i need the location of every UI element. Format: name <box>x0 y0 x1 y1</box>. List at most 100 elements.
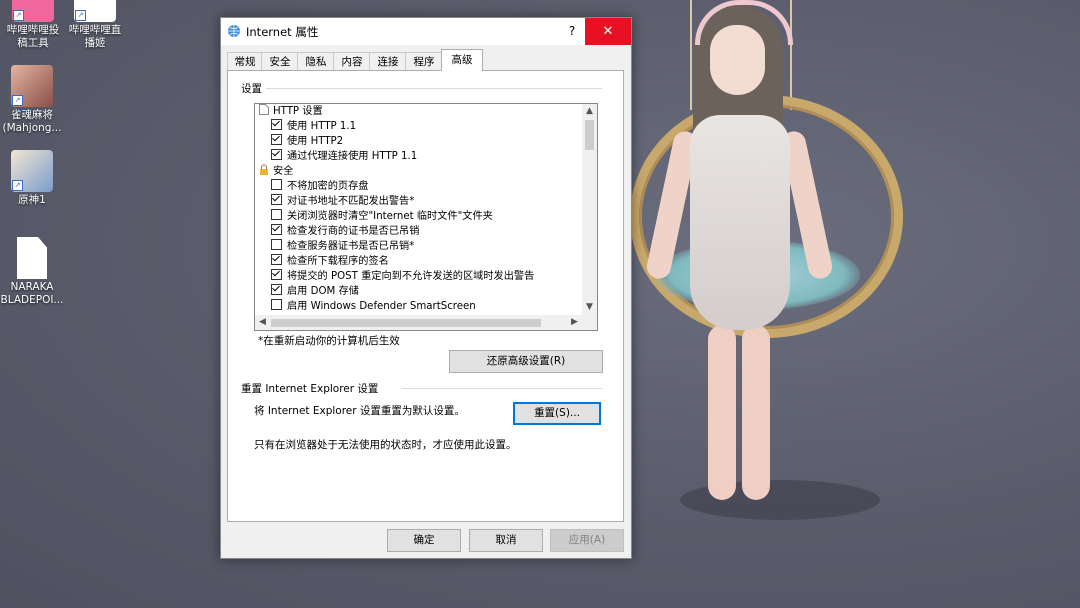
list-item[interactable]: 检查服务器证书是否已吊销* <box>271 239 414 254</box>
scroll-left-icon[interactable]: ◀ <box>255 315 270 330</box>
desktop-icon-label: NARAKA <box>10 281 54 293</box>
checkbox[interactable] <box>271 269 282 280</box>
horizontal-scrollbar[interactable]: ◀ ▶ <box>255 315 582 330</box>
shortcut-arrow-icon: ↗ <box>75 10 86 21</box>
list-item-label: 启用 DOM 存储 <box>287 286 359 297</box>
tab-general[interactable]: 常规 <box>227 52 263 71</box>
swing-rope <box>690 0 692 110</box>
desktop-icon-label: (Mahjong... <box>2 122 62 134</box>
list-item[interactable]: 检查所下载程序的签名 <box>271 254 389 269</box>
tab-advanced[interactable]: 高级 <box>441 49 483 71</box>
tab-privacy[interactable]: 隐私 <box>297 52 335 71</box>
restart-note: *在重新启动你的计算机后生效 <box>258 335 400 347</box>
scroll-up-icon[interactable]: ▲ <box>582 104 597 119</box>
dress <box>690 115 790 330</box>
reset-button[interactable]: 重置(S)... <box>513 402 601 425</box>
mahjong-game-icon: ↗ <box>11 65 53 107</box>
checkbox[interactable] <box>271 179 282 190</box>
list-item[interactable]: 启用 Windows Defender SmartScreen <box>271 299 476 314</box>
scroll-corner <box>582 315 597 330</box>
tab-content[interactable]: 内容 <box>333 52 371 71</box>
title-bar[interactable]: Internet 属性 ? ✕ <box>221 18 631 45</box>
desktop-icon-bilibili-live[interactable]: ↗ 哔哩哔哩直 播姬 <box>58 0 132 50</box>
restore-advanced-settings-button[interactable]: 还原高级设置(R) <box>449 350 603 373</box>
swing-rope <box>790 0 792 110</box>
genshin-game-icon: ↗ <box>11 150 53 192</box>
desktop-icon-label: 雀魂麻将 <box>11 109 53 121</box>
list-item-label: 将提交的 POST 重定向到不允许发送的区域时发出警告 <box>287 271 535 282</box>
advanced-tab-panel: 设置 HTTP 设置 使用 HTTP 1.1 使用 HTTP2 通过代理连接使用… <box>227 70 624 522</box>
checkbox[interactable] <box>271 134 282 145</box>
list-item-label: 使用 HTTP2 <box>287 136 344 147</box>
checkbox[interactable] <box>271 254 282 265</box>
category-label: HTTP 设置 <box>273 106 323 117</box>
list-item-label: 关闭浏览器时清空"Internet 临时文件"文件夹 <box>287 211 493 222</box>
leg <box>742 325 770 500</box>
checkbox[interactable] <box>271 284 282 295</box>
list-item[interactable]: 关闭浏览器时清空"Internet 临时文件"文件夹 <box>271 209 493 224</box>
list-item-label: 对证书地址不匹配发出警告* <box>287 196 415 207</box>
desktop-icon-mahjong[interactable]: ↗ 雀魂麻将 (Mahjong... <box>0 65 69 135</box>
list-item-label: 检查所下载程序的签名 <box>287 256 389 267</box>
tab-security[interactable]: 安全 <box>261 52 299 71</box>
ok-button[interactable]: 确定 <box>387 529 461 552</box>
tab-connections[interactable]: 连接 <box>369 52 407 71</box>
file-icon <box>17 237 47 279</box>
list-item[interactable]: 使用 HTTP2 <box>271 134 343 149</box>
desktop-icon-label: 播姬 <box>84 37 106 49</box>
list-item-label: 不将加密的页存盘 <box>287 181 369 192</box>
checkbox[interactable] <box>271 194 282 205</box>
list-item[interactable]: 对证书地址不匹配发出警告* <box>271 194 414 209</box>
category-label: 安全 <box>273 166 294 177</box>
desktop-icon-label: 原神1 <box>18 194 46 206</box>
shortcut-arrow-icon: ↗ <box>12 95 23 106</box>
checkbox[interactable] <box>271 149 282 160</box>
bilibili-icon: ↗ <box>12 0 54 22</box>
leg <box>708 325 736 500</box>
desktop-icon-naraka[interactable]: NARAKA BLADEPOI... <box>0 237 69 307</box>
list-item[interactable]: 检查发行商的证书是否已吊销 <box>271 224 419 239</box>
internet-globe-icon <box>228 25 240 37</box>
desktop-icon-genshin[interactable]: ↗ 原神1 <box>0 150 69 207</box>
page-icon <box>259 104 269 115</box>
internet-properties-dialog: Internet 属性 ? ✕ 常规 安全 隐私 内容 连接 程序 高级 设置 … <box>220 17 632 559</box>
tab-programs[interactable]: 程序 <box>405 52 443 71</box>
cancel-button[interactable]: 取消 <box>469 529 543 552</box>
help-button[interactable]: ? <box>561 18 583 45</box>
checkbox[interactable] <box>271 119 282 130</box>
apply-button[interactable]: 应用(A) <box>550 529 624 552</box>
list-category-security: 安全 <box>259 164 293 179</box>
vertical-scrollbar[interactable]: ▲ ▼ <box>582 104 597 315</box>
checkbox[interactable] <box>271 209 282 220</box>
checkbox[interactable] <box>271 299 282 310</box>
group-divider <box>266 88 602 89</box>
desktop-icon-label: BLADEPOI... <box>0 294 64 306</box>
scroll-right-icon[interactable]: ▶ <box>567 315 582 330</box>
checkbox[interactable] <box>271 224 282 235</box>
list-item[interactable]: 将提交的 POST 重定向到不允许发送的区域时发出警告 <box>271 269 534 284</box>
list-item[interactable]: 使用 HTTP 1.1 <box>271 119 356 134</box>
desktop-icon-label: 哔哩哔哩直 <box>68 24 122 36</box>
list-item-label: 启用 Windows Defender SmartScreen <box>287 301 476 312</box>
close-button[interactable]: ✕ <box>585 18 631 45</box>
reset-description: 将 Internet Explorer 设置重置为默认设置。 <box>254 405 465 417</box>
scroll-thumb[interactable] <box>585 120 594 150</box>
lock-icon <box>260 164 268 175</box>
list-item[interactable]: 通过代理连接使用 HTTP 1.1 <box>271 149 417 164</box>
settings-group-label: 设置 <box>241 83 262 95</box>
scroll-down-icon[interactable]: ▼ <box>582 300 597 315</box>
list-item-label: 检查服务器证书是否已吊销* <box>287 241 415 252</box>
list-item-label: 通过代理连接使用 HTTP 1.1 <box>287 151 418 162</box>
list-category-http: HTTP 设置 <box>259 104 323 119</box>
group-divider <box>402 388 602 389</box>
checkbox[interactable] <box>271 239 282 250</box>
list-item[interactable]: 不将加密的页存盘 <box>271 179 369 194</box>
list-item[interactable]: 启用 DOM 存储 <box>271 284 359 299</box>
reset-group-label: 重置 Internet Explorer 设置 <box>241 383 379 395</box>
dialog-title: Internet 属性 <box>246 25 319 39</box>
list-item-label: 检查发行商的证书是否已吊销 <box>287 226 420 237</box>
shortcut-arrow-icon: ↗ <box>13 10 24 21</box>
scroll-thumb[interactable] <box>271 319 541 327</box>
shortcut-arrow-icon: ↗ <box>12 180 23 191</box>
advanced-settings-list[interactable]: HTTP 设置 使用 HTTP 1.1 使用 HTTP2 通过代理连接使用 HT… <box>254 103 598 331</box>
